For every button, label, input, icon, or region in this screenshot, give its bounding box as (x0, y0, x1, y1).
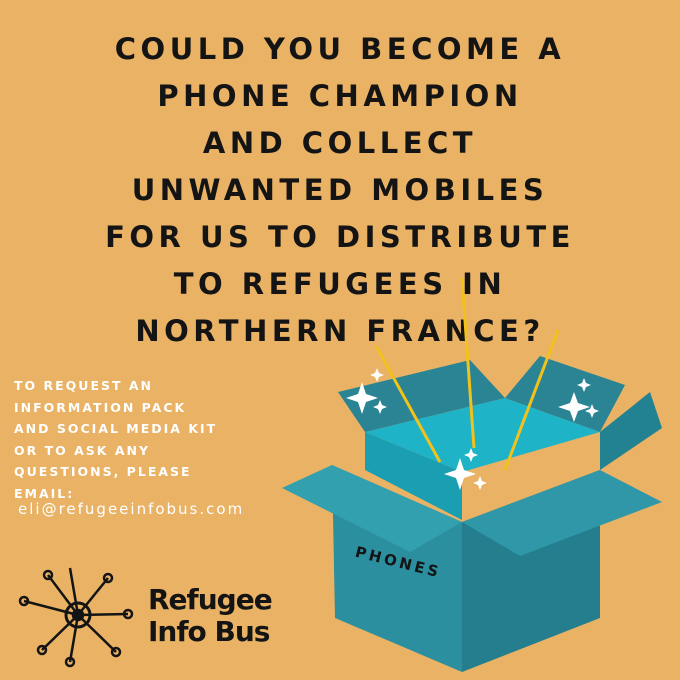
info-text: TO REQUEST AN INFORMATION PACK AND SOCIA… (14, 375, 304, 504)
info-line: QUESTIONS, PLEASE (14, 464, 192, 479)
logo-wordmark: Refugee Info Bus (148, 583, 273, 648)
info-line: AND SOCIAL MEDIA KIT (14, 421, 218, 436)
info-line: TO REQUEST AN (14, 378, 154, 393)
email-address: eli@refugeeinfobus.com (18, 500, 245, 518)
network-logo-icon (18, 567, 134, 668)
info-line: OR TO ASK ANY (14, 442, 151, 458)
phone-box-illustration: PHONES (18, 277, 662, 672)
sparkle-icon (473, 476, 487, 490)
info-line: INFORMATION PACK (14, 399, 187, 415)
logo-line-2: Info Bus (148, 615, 270, 648)
logo-line-1: Refugee (148, 583, 273, 616)
sparkle-icon (370, 368, 384, 382)
